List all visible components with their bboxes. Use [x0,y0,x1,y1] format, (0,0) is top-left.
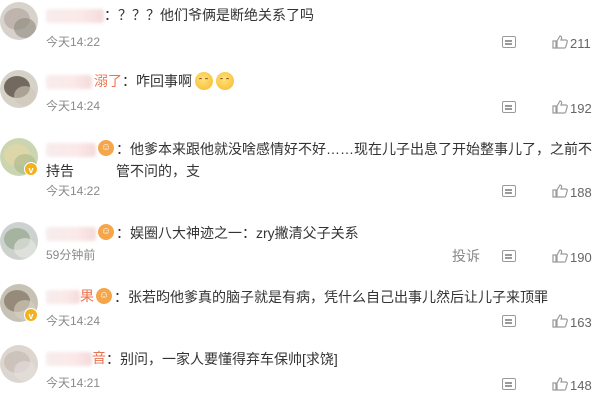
comment-time: 今天14:22 [46,184,101,198]
awkward-face-emoji [195,72,213,90]
thumbs-up-icon[interactable] [552,314,568,328]
like-count: 211 [570,36,591,51]
thumbs-up-icon[interactable] [552,249,568,263]
comment-item: 溺了 ：咋回事啊 今天14:24 192 [0,66,600,132]
fan-medal-icon: ☺ [98,224,114,240]
comment-time: 今天14:24 [46,99,101,113]
comment-text: ：咋回事啊 [122,70,234,92]
username-suffix[interactable]: 溺了 [94,72,122,90]
verified-badge-icon: v [24,308,38,322]
thumbs-up-icon[interactable] [552,100,568,114]
like-count: 188 [570,185,592,200]
comment-text: ：张若昀他爹真的脑子就是有病，凭什么自己出事儿然后让儿子来顶罪 [114,289,548,305]
thumbs-up-icon[interactable] [552,184,568,198]
comment-item: ☺ ：娱圈八大神迹之一：zry撇清父子关系 59分钟前 投诉 190 [0,218,600,284]
comment-time: 今天14:24 [46,314,101,328]
comment-item: 音 ：别问，一家人要懂得弃车保帅[求饶] 今天14:21 148 [0,345,600,402]
comment-time: 59分钟前 [46,248,96,262]
comment-text: ：？？？他们爷俩是断绝关系了吗 [104,7,314,23]
username-blurred[interactable] [46,143,96,157]
comment-item: v 果 ☺ ：张若昀他爹真的脑子就是有病，凭什么自己出事儿然后让儿子来顶罪 今天… [0,284,600,350]
fan-medal-icon: ☺ [98,140,114,156]
comment-item: ：？？？他们爷俩是断绝关系了吗 今天14:22 211 [0,0,600,66]
username-blurred[interactable] [46,9,104,23]
comment-time: 今天14:22 [46,35,101,49]
username-blurred[interactable] [46,75,92,89]
comment-text: ：娱圈八大神迹之一：zry撇清父子关系 [116,225,359,241]
fan-medal-icon: ☺ [96,288,112,304]
comment-reply-icon[interactable] [502,378,516,390]
comment-reply-icon[interactable] [502,36,516,48]
awkward-face-emoji [216,72,234,90]
like-count: 163 [570,315,592,330]
username-blurred[interactable] [46,352,92,366]
avatar[interactable] [0,345,38,383]
report-button[interactable]: 投诉 [452,246,480,266]
comment-text-content: ：咋回事啊 [122,73,192,89]
username-blurred[interactable] [46,290,80,304]
verified-badge-icon: v [24,162,38,176]
thumbs-up-icon[interactable] [552,377,568,391]
comment-text: ：别问，一家人要懂得弃车保帅[求饶] [106,351,338,367]
username-blurred[interactable] [46,227,96,241]
like-count: 148 [570,378,592,393]
comment-reply-icon[interactable] [502,185,516,197]
comment-item: v ☺ ：他爹本来跟他就没啥感情好不好……现在儿子出息了开始整事儿了，之前不管不… [0,134,600,206]
comment-text-continued: 持告 [46,163,74,179]
avatar[interactable] [0,222,38,260]
like-count: 190 [570,250,592,265]
comment-text: ：他爹本来跟他就没啥感情好不好……现在儿子出息了开始整事儿了，之前不管不问的，支 [116,141,592,179]
like-count: 192 [570,101,592,116]
comment-reply-icon[interactable] [502,101,516,113]
thumbs-up-icon[interactable] [552,35,568,49]
comment-reply-icon[interactable] [502,250,516,262]
avatar[interactable] [0,2,38,40]
avatar[interactable] [0,70,38,108]
username-suffix[interactable]: 果 [80,287,94,305]
comment-reply-icon[interactable] [502,315,516,327]
username-suffix[interactable]: 音 [92,349,106,367]
comment-time: 今天14:21 [46,376,101,390]
